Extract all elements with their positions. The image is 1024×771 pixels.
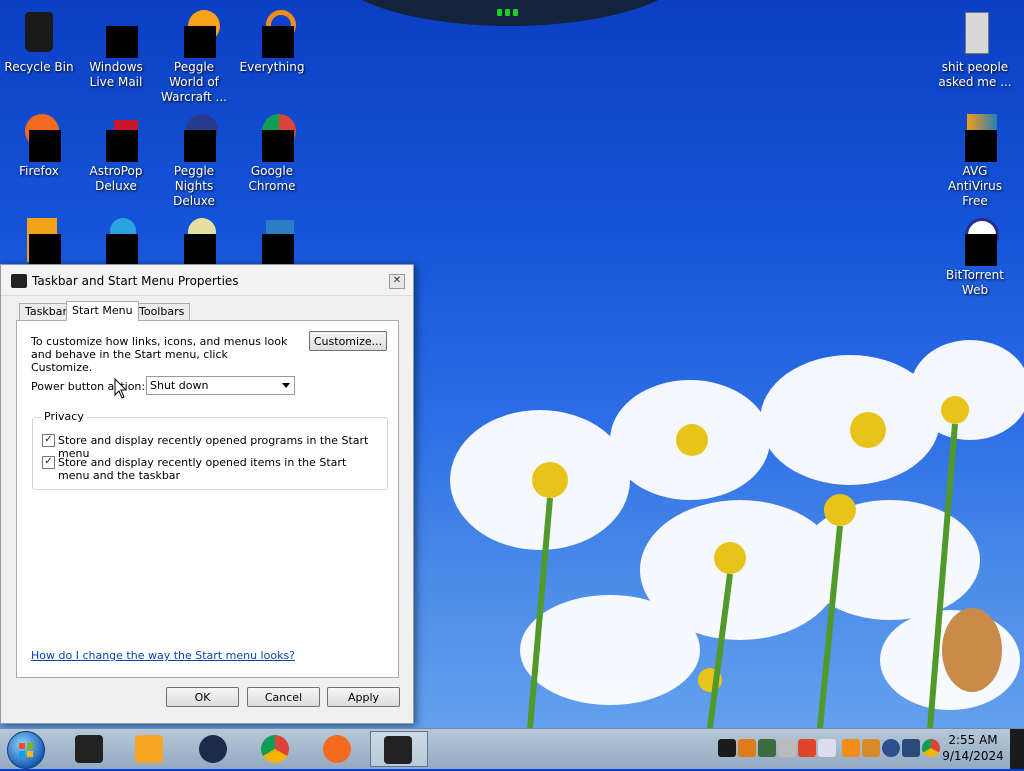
game-icon [170,216,218,266]
monitor-icon[interactable] [902,739,920,757]
start-menu-panel: To customize how links, icons, and menus… [16,320,399,678]
astropop-icon [92,112,140,162]
media-player-icon [135,735,163,763]
desktop-icon-recycle-bin[interactable]: Recycle Bin [1,4,77,75]
edge-icon [92,216,140,266]
desktop-icon-label: AstroPop Deluxe [89,164,143,193]
tab-start-menu[interactable]: Start Menu [66,301,139,321]
tray-icon[interactable] [778,739,796,757]
taskbar-app-3[interactable] [186,731,240,767]
desktop-icon-windows-live-mail[interactable]: Windows Live Mail [78,4,154,90]
tray-icon[interactable] [798,739,816,757]
desktop-icon-label: Peggle World of Warcraft ... [161,60,227,104]
desktop-icon-label: Google Chrome [248,164,296,193]
power-button-value: Shut down [150,379,209,392]
chrome-icon [261,735,289,763]
customize-button[interactable]: Customize... [309,331,387,351]
taskbar-properties-window[interactable] [370,731,428,767]
tab-taskbar[interactable]: Taskbar [19,303,73,320]
taskbar: 2:55 AM 9/14/2024 [0,728,1024,769]
chevron-down-icon [282,383,290,388]
taskbar-properties-dialog: Taskbar and Start Menu Properties ✕ Task… [0,264,414,724]
desktop-icon-peggle-wow[interactable]: Peggle World of Warcraft ... [156,4,232,105]
system-tray [716,729,942,769]
start-button[interactable] [7,731,45,769]
desktop-icon-peggle-nights[interactable]: Peggle Nights Deluxe [156,108,232,209]
chrome-icon [248,112,296,162]
desktop-icon-label: AVG AntiVirus Free [948,164,1002,208]
peggle-icon [170,8,220,58]
desktop-icon-edge[interactable] [78,212,154,268]
desktop-icon-astropop[interactable]: AstroPop Deluxe [78,108,154,194]
taskbar-app-1[interactable] [62,731,116,767]
desktop-icon-avg[interactable]: AVG AntiVirus Free [937,108,1013,209]
desktop-icon-app[interactable] [234,212,310,268]
windows-logo-icon [19,743,33,757]
app-icon [248,216,296,266]
desktop-icon-bittorrent[interactable]: BitTorrent Web [937,212,1013,298]
app-icon [75,735,103,763]
ok-button[interactable]: OK [166,687,239,707]
status-led [497,6,527,16]
recycle-bin-icon [15,8,63,56]
tab-toolbars[interactable]: Toolbars [133,303,191,320]
taskbar-firefox[interactable] [310,731,364,767]
dialog-title: Taskbar and Start Menu Properties [32,274,239,288]
close-button[interactable]: ✕ [389,274,405,289]
desktop-icon-label: Windows Live Mail [89,60,143,89]
search-icon[interactable] [738,739,756,757]
desktop-icon-game[interactable] [156,212,232,268]
desktop-icon-label: Firefox [19,164,59,178]
desktop-icon-everything[interactable]: Everything [234,4,310,75]
desktop-icon-folder[interactable]: shit people asked me ... [937,4,1013,90]
checkbox-label: Store and display recently opened items … [58,456,347,482]
tray-icon[interactable] [818,739,836,757]
desktop-icon-label: Recycle Bin [4,60,74,74]
clock-date: 9/14/2024 [942,749,1004,763]
desktop-icon-adobe[interactable] [1,212,77,268]
clock[interactable]: 2:55 AM 9/14/2024 [942,732,1004,766]
desktop-icon-label: BitTorrent Web [946,268,1004,297]
wallpaper-flowers [450,340,1024,728]
desktop-icon-label: Peggle Nights Deluxe [173,164,215,208]
check-icon[interactable]: ✓ [42,434,55,447]
show-desktop-button[interactable] [1010,729,1024,769]
tray-icon[interactable] [842,739,860,757]
clock-time: 2:55 AM [948,733,998,747]
taskbar-properties-icon [11,274,27,288]
apply-button[interactable]: Apply [327,687,400,707]
avg-icon [951,112,999,162]
app-icon [199,735,227,763]
adobe-icon [15,216,63,266]
cancel-button[interactable]: Cancel [247,687,320,707]
folder-icon [951,8,999,56]
shield-icon[interactable] [882,739,900,757]
taskbar-chrome[interactable] [248,731,302,767]
tray-icon[interactable] [862,739,880,757]
power-button-select[interactable]: Shut down [146,376,295,395]
peggle-nights-icon [170,112,218,162]
dialog-title-bar[interactable]: Taskbar and Start Menu Properties ✕ [1,265,413,296]
taskbar-media-player[interactable] [122,731,176,767]
bittorrent-icon [951,216,999,266]
check-icon[interactable]: ✓ [42,456,55,469]
desktop-icon-label: Everything [239,60,305,74]
taskbar-properties-icon [384,736,412,764]
desktop-icon-firefox[interactable]: Firefox [1,108,77,179]
mouse-cursor-icon [114,378,128,399]
desktop-icon-chrome[interactable]: Google Chrome [234,108,310,194]
mail-icon [92,8,140,58]
firefox-icon [15,112,63,162]
desktop-icon-label: shit people asked me ... [938,60,1012,89]
tray-icon[interactable] [718,739,736,757]
privacy-legend: Privacy [41,410,87,423]
firefox-icon [323,735,351,763]
network-icon[interactable] [758,739,776,757]
privacy-group: Privacy ✓ Store and display recently ope… [32,410,388,490]
help-link[interactable]: How do I change the way the Start menu l… [31,649,295,662]
chrome-icon[interactable] [922,739,940,757]
everything-icon [248,8,296,58]
intro-text: To customize how links, icons, and menus… [31,335,288,374]
